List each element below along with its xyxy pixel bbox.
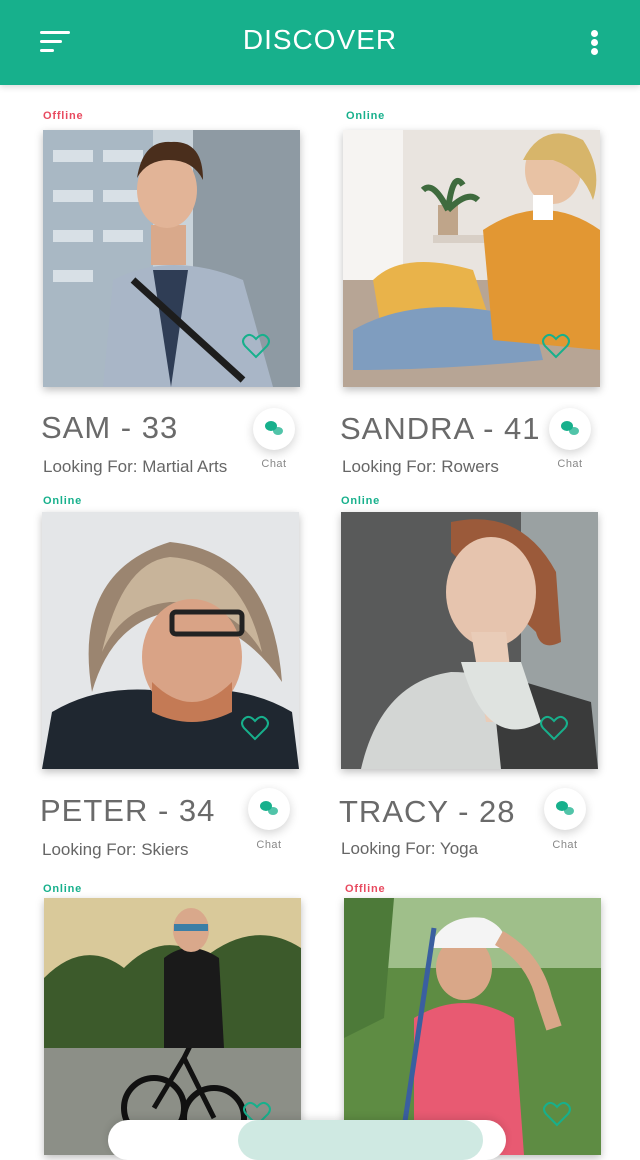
chat-bubbles-icon [260, 801, 278, 815]
status-badge: Offline [345, 883, 386, 895]
chat-label: Chat [256, 839, 282, 851]
profile-photo[interactable] [44, 898, 301, 1155]
profile-photo[interactable] [343, 130, 600, 387]
chat-bubbles-icon [556, 801, 574, 815]
bottom-nav-active-tab[interactable] [238, 1120, 483, 1160]
chat-label: Chat [557, 458, 583, 470]
profile-card-tracy[interactable]: Online TRACY - 28 Looking For: Yoga Chat [336, 490, 626, 870]
profile-card-sam[interactable]: Offline SAM - 33 Looking For: Martial Ar… [38, 105, 328, 485]
status-badge: Offline [43, 110, 84, 122]
chat-button[interactable] [544, 788, 586, 830]
page-title: DISCOVER [242, 24, 398, 55]
profile-name: PETER - 34 [40, 793, 216, 828]
status-badge: Online [43, 495, 83, 507]
more-vertical-icon[interactable] [586, 28, 604, 58]
looking-for-text: Looking For: Martial Arts [43, 457, 228, 476]
looking-for-text: Looking For: Skiers [42, 840, 189, 859]
chat-button[interactable] [248, 788, 290, 830]
profile-card-peter[interactable]: Online PETER - 34 Looking For: Skiers Ch… [38, 490, 328, 870]
chat-button[interactable] [549, 408, 591, 450]
chat-bubbles-icon [561, 421, 579, 435]
profile-card-5[interactable]: Online [38, 878, 328, 1155]
heart-icon[interactable] [241, 715, 269, 741]
chat-button[interactable] [253, 408, 295, 450]
heart-icon[interactable] [540, 715, 568, 741]
profile-card-6[interactable]: Offline [338, 878, 628, 1155]
heart-icon[interactable] [543, 1101, 571, 1127]
app-bar: DISCOVER [0, 0, 640, 85]
heart-icon[interactable] [242, 333, 270, 359]
profile-photo[interactable] [43, 130, 300, 387]
chat-label: Chat [552, 839, 578, 851]
heart-icon[interactable] [542, 333, 570, 359]
profile-photo[interactable] [341, 512, 598, 769]
profile-name: SANDRA - 41 [340, 411, 541, 446]
status-badge: Online [346, 110, 386, 122]
profile-photo[interactable] [42, 512, 299, 769]
status-badge: Online [341, 495, 381, 507]
profile-name: TRACY - 28 [339, 794, 516, 829]
profile-name: SAM - 33 [41, 410, 179, 445]
bottom-nav-pill[interactable] [108, 1120, 506, 1160]
profile-photo[interactable] [344, 898, 601, 1155]
status-badge: Online [43, 883, 83, 895]
chat-bubbles-icon [265, 421, 283, 435]
profile-card-sandra[interactable]: Online SANDRA - 41 Looking For: Rowers C… [338, 105, 628, 485]
looking-for-text: Looking For: Yoga [341, 839, 479, 858]
chat-label: Chat [261, 458, 287, 470]
looking-for-text: Looking For: Rowers [342, 457, 499, 476]
